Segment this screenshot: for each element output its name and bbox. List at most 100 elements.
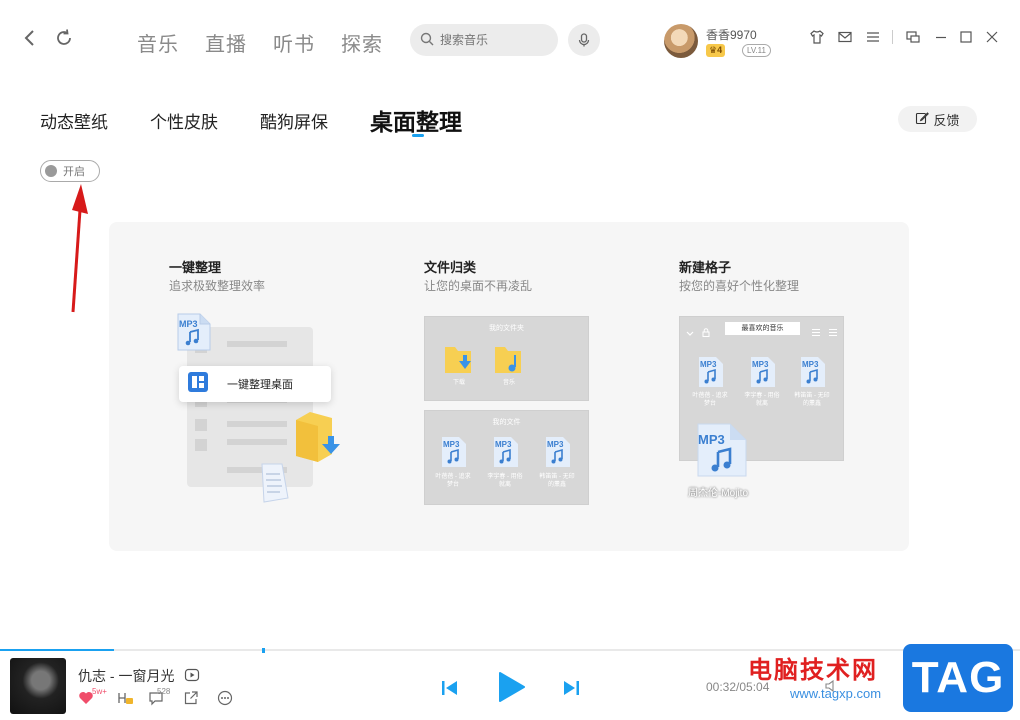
chevron-down-icon [686,325,694,343]
svg-text:MP3: MP3 [443,440,460,449]
download-folder-label: 下载 [452,380,465,386]
more-icon[interactable] [217,690,233,711]
toggle-label: 开启 [63,166,85,178]
feature-title-categorize: 文件归类 [424,260,477,275]
dragging-file-label: 周杰伦-Mojito [688,488,749,499]
download-folder-icon [443,343,475,382]
watermark-site-name: 电脑技术网 [748,657,878,684]
minimize-icon[interactable] [932,28,950,46]
svg-text:MP3: MP3 [700,360,717,369]
watermark-tag-logo: TAG [903,644,1013,712]
feedback-button[interactable]: 反馈 [898,106,977,132]
nav-explore[interactable]: 探索 [341,28,383,57]
organize-desktop-label: 一键整理桌面 [227,379,293,391]
file-label: 叶蓓蓓 - 追求梦台 [692,393,728,407]
mp3-file-icon: MP3 [696,355,726,394]
file-label: 韩笛笛 - 无印的薰鑫 [539,474,575,488]
album-cover[interactable] [10,658,66,714]
tab-skins[interactable]: 个性皮肤 [150,108,218,133]
svg-text:MP3: MP3 [179,319,198,329]
skin-shirt-icon[interactable] [808,28,826,46]
mp3-file-icon: MP3 [491,435,521,474]
mp3-file-icon: MP3 [748,355,778,394]
voice-search-icon[interactable] [568,24,600,56]
svg-text:MP3: MP3 [547,440,564,449]
music-folder-label: 音乐 [502,380,515,386]
previous-track-icon[interactable] [440,678,460,703]
app-window: 音乐 直播 听书 探索 香香9970 ♛4 LV.11 动态壁纸 个性皮肤 酷狗… [0,0,1020,720]
search-icon [420,32,434,49]
svg-text:MP3: MP3 [495,440,512,449]
nav-music[interactable]: 音乐 [137,28,179,57]
enable-toggle[interactable]: 开启 [40,160,100,182]
layout-grid-icon [187,371,209,398]
mp3-file-icon: MP3 [798,355,828,394]
comment-count: 528 [157,687,171,696]
file-label: 叶蓓蓓 - 追求梦台 [435,474,471,488]
svg-text:MP3: MP3 [802,360,819,369]
next-track-icon[interactable] [561,678,581,703]
maximize-icon[interactable] [957,28,975,46]
close-icon[interactable] [983,28,1001,46]
song-title[interactable]: 仇志 - 一窗月光 [78,666,174,686]
annotation-arrow [71,184,88,313]
menu-icon[interactable] [864,28,882,46]
vip-level: 4 [717,45,723,55]
search-box[interactable] [410,24,558,56]
username[interactable]: 香香9970 [706,26,757,43]
progress-handle[interactable] [262,648,265,653]
tab-screensaver[interactable]: 酷狗屏保 [260,108,328,133]
quality-icon[interactable] [116,690,134,711]
feature-subtitle-one-click: 追求极致整理效率 [169,279,266,293]
mail-icon[interactable] [836,28,854,46]
feature-title-one-click: 一键整理 [169,260,222,275]
active-tab-indicator [412,134,424,137]
refresh-icon[interactable] [52,28,76,52]
back-icon[interactable] [18,28,42,52]
tab-dynamic-wallpaper[interactable]: 动态壁纸 [40,108,108,133]
feature-subtitle-categorize: 让您的桌面不再凌乱 [424,279,533,293]
file-label: 韩笛笛 - 无印的薰鑫 [794,393,830,407]
avatar[interactable] [664,24,698,58]
file-label: 李宇春 - 用俗就离 [487,474,523,488]
progress-fill [0,649,114,651]
play-icon[interactable] [496,671,526,708]
dragging-mp3-icon: MP3 [694,422,750,483]
search-input[interactable] [440,33,540,47]
folder-download-icon [294,410,340,471]
nav-live[interactable]: 直播 [205,28,247,57]
menu-icon [828,324,838,342]
vip-badge: ♛4 [706,44,726,57]
music-folder-icon [493,343,525,382]
feature-subtitle-new-grid: 按您的喜好个性化整理 [679,279,800,293]
tab-desktop-organize[interactable]: 桌面整理 [370,103,462,137]
file-label: 李宇春 - 用俗就离 [744,393,780,407]
crown-icon: ♛ [709,45,718,55]
divider [892,30,893,44]
like-count: 5w+ [92,687,107,696]
document-icon [254,462,290,509]
mini-mode-icon[interactable] [904,28,922,46]
toggle-knob [45,165,57,177]
my-files-box: 我的文件 MP3 叶蓓蓓 - 追求梦台 MP3 李宇春 - 用俗就离 MP3 韩… [424,410,589,505]
svg-text:MP3: MP3 [752,360,769,369]
mp3-file-icon: MP3 [174,310,214,357]
mp3-file-icon: MP3 [543,435,573,474]
share-icon[interactable] [183,690,199,711]
level-badge: LV.11 [742,44,771,57]
my-folders-title: 我的文件夹 [489,325,524,332]
mp3-file-icon: MP3 [439,435,469,474]
grid-title: 最喜欢的音乐 [725,322,800,335]
feedback-label: 反馈 [933,112,960,128]
my-folders-box: 我的文件夹 下载 音乐 [424,316,589,401]
edit-icon [915,111,930,128]
svg-text:MP3: MP3 [698,432,725,447]
organize-desktop-card: 一键整理桌面 [179,366,331,402]
nav-audiobook[interactable]: 听书 [273,28,315,57]
my-files-title: 我的文件 [492,419,521,426]
lock-icon [702,324,710,342]
feature-title-new-grid: 新建格子 [679,260,732,275]
list-view-icon [811,324,821,342]
mv-icon[interactable] [184,667,200,688]
watermark-url: www.tagxp.com [790,686,882,701]
